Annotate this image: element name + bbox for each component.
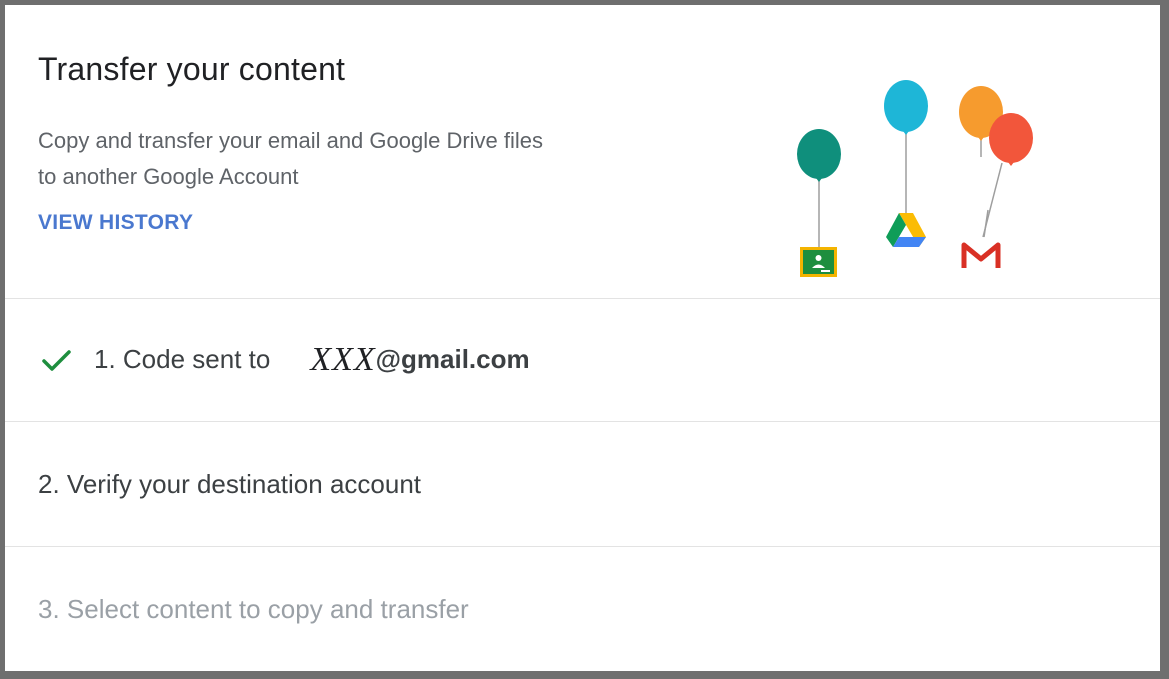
drive-icon	[886, 213, 926, 247]
email-domain: @gmail.com	[375, 344, 530, 374]
step-1-label: 1. Code sent to	[94, 344, 271, 374]
card-header: Transfer your content Copy and transfer …	[5, 5, 1160, 299]
gmail-balloons	[959, 86, 1033, 269]
step-2-label: 2. Verify your destination account	[38, 468, 422, 499]
classroom-icon	[800, 247, 837, 277]
description-line-2: to another Google Account	[38, 164, 299, 189]
transfer-content-card: Transfer your content Copy and transfer …	[0, 0, 1169, 679]
view-history-link[interactable]: VIEW HISTORY	[38, 211, 193, 235]
checkmark-icon	[38, 342, 74, 378]
page-title: Transfer your content	[38, 51, 346, 87]
classroom-balloon	[797, 129, 841, 277]
step-3-label: 3. Select content to copy and transfer	[38, 593, 469, 624]
gmail-icon	[961, 242, 1001, 269]
description-line-1: Copy and transfer your email and Google …	[38, 128, 544, 153]
drive-balloon	[884, 80, 928, 247]
balloons-illustration	[797, 80, 1033, 277]
step-verify-destination[interactable]: 2. Verify your destination account	[5, 422, 1160, 547]
step-code-sent: 1. Code sent to XXX @gmail.com	[5, 298, 1160, 422]
step-select-content: 3. Select content to copy and transfer	[5, 547, 1160, 671]
email-username: XXX	[310, 340, 376, 378]
page-description: Copy and transfer your email and Google …	[38, 123, 638, 195]
